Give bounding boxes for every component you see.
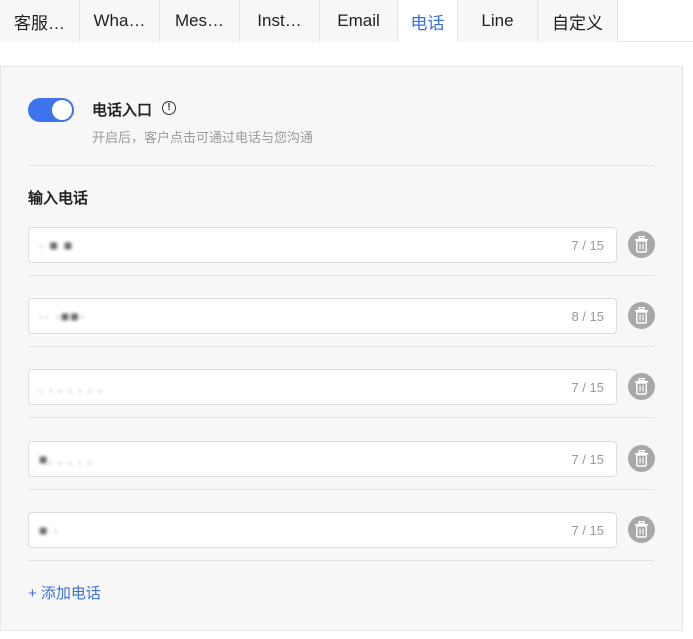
tab-email[interactable]: Email [320,0,398,42]
trash-icon [635,307,648,324]
phone-input-1[interactable]: · ■ ■ 7 / 15 [28,227,617,263]
tab-custom[interactable]: 自定义 [538,0,618,42]
input-phone-label: 输入电话 [28,190,89,207]
phone-entry-description: 开启后，客户点击可通过电话与您沟通 [92,130,314,145]
row-divider [28,489,654,490]
phone-value: ■. . . . . [39,451,93,467]
char-counter: 7 / 15 [571,452,604,467]
char-counter: 7 / 15 [571,238,604,253]
phone-value: ■ · [39,522,60,538]
phone-entry-toggle[interactable] [28,98,74,122]
row-divider [28,275,654,276]
phone-input-3[interactable]: . . . . . . . 7 / 15 [28,369,617,405]
row-divider [28,346,654,347]
channel-tabs: 客服… Wha… Mes… Inst… Email 电话 Line 自定义 [0,0,693,42]
trash-icon [635,236,648,253]
char-counter: 7 / 15 [571,523,604,538]
phone-value: ·· ·■■· [39,308,86,324]
tab-instagram[interactable]: Inst… [240,0,320,42]
char-counter: 8 / 15 [571,309,604,324]
trash-icon [635,521,648,538]
row-divider [28,560,654,561]
phone-value: . . . . . . . [39,379,103,395]
delete-phone-button-2[interactable] [628,302,655,329]
info-icon[interactable]: ! [162,101,176,115]
toggle-knob [52,100,72,120]
add-phone-link[interactable]: + 添加电话 [28,582,101,603]
tab-customer-service[interactable]: 客服… [0,0,80,42]
tab-whatsapp[interactable]: Wha… [80,0,160,42]
delete-phone-button-5[interactable] [628,516,655,543]
char-counter: 7 / 15 [571,380,604,395]
trash-icon [635,378,648,395]
delete-phone-button-1[interactable] [628,231,655,258]
phone-input-5[interactable]: ■ · 7 / 15 [28,512,617,548]
phone-input-4[interactable]: ■. . . . . 7 / 15 [28,441,617,477]
row-divider [28,417,654,418]
tab-line[interactable]: Line [458,0,538,42]
phone-value: · ■ ■ [39,237,74,253]
tab-phone[interactable]: 电话 [398,0,458,42]
trash-icon [635,450,648,467]
section-divider [28,165,654,166]
delete-phone-button-3[interactable] [628,373,655,400]
delete-phone-button-4[interactable] [628,445,655,472]
phone-input-2[interactable]: ·· ·■■· 8 / 15 [28,298,617,334]
phone-entry-title: 电话入口 [92,102,153,119]
tab-messenger[interactable]: Mes… [160,0,240,42]
